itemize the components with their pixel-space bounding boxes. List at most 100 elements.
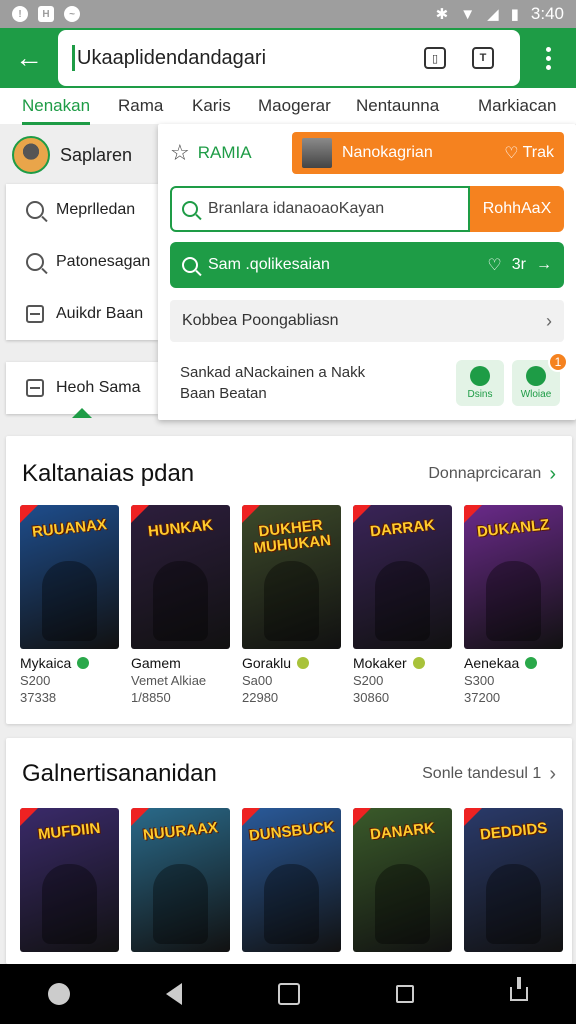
game-line1: Vemet Alkiae (131, 673, 207, 688)
side-menu-label: Patonesagan (56, 253, 151, 270)
game-line2: 37338 (20, 690, 57, 705)
game-card[interactable]: NUURAAX (131, 808, 230, 952)
dsins-button[interactable]: Dsins (456, 360, 504, 406)
corner-tag (242, 808, 260, 826)
game-card[interactable]: RUUANAX Mykaica S200 37338 (20, 505, 119, 705)
game-card[interactable]: DUKHER MUHUKAN Goraklu Sa00 22980 (242, 505, 341, 705)
poster-character (375, 561, 430, 641)
url-text: Ukaaplidendandagari (77, 46, 267, 69)
settings-row[interactable]: Kobbea Poongabliasn › (170, 300, 564, 342)
bookmark-icon[interactable]: ▯ (424, 47, 446, 69)
poster-character (264, 561, 319, 641)
side-menu-label: Auikdr Baan (56, 305, 144, 322)
side-menu-item-1[interactable]: Meprlledan (6, 184, 158, 236)
url-field[interactable]: Ukaaplidendandagari ▯ T (58, 30, 520, 86)
game-name-row: Gamem (131, 655, 230, 671)
section-see-more-link[interactable]: Donnaprcicaran › (428, 463, 556, 486)
game-poster: DUKANLZ (464, 505, 563, 649)
game-line1: S200 (20, 673, 51, 688)
profile-row[interactable]: Saplaren (12, 130, 158, 180)
search-icon (26, 201, 44, 219)
corner-tag (353, 808, 371, 826)
search-placeholder: Branlara idanaoaoKayan (208, 200, 385, 217)
game-card[interactable]: DUKANLZ Aenekaa S300 37200 (464, 505, 563, 705)
text-cursor (72, 45, 75, 71)
info-text-line-1: Sankad aNackainen a Nakk (180, 364, 366, 381)
chevron-right-icon: › (549, 462, 556, 485)
game-poster: DEDDIDS (464, 808, 563, 952)
recycle-icon (526, 366, 546, 386)
game-line2: 1/8850 (131, 690, 171, 705)
dsins-label: Dsins (467, 389, 493, 400)
tab-maogerar[interactable]: Maogerar (258, 96, 331, 116)
poster-character (42, 864, 97, 944)
game-poster: HUNKAK (131, 505, 230, 649)
assistant-icon[interactable] (48, 983, 70, 1005)
more-menu-icon[interactable] (520, 46, 576, 70)
section-title: Galnertisananidan (22, 760, 217, 787)
game-card[interactable]: DUNSBUCK (242, 808, 341, 952)
game-card[interactable]: HUNKAK Gamem Vemet Alkiae 1/8850 (131, 505, 230, 705)
game-card[interactable]: MUFDIIN (20, 808, 119, 952)
popup-panel: ☆ RAMIA Nanokagrian ♡ Trak Branlara idan… (158, 124, 576, 420)
corner-tag (20, 808, 38, 826)
brand[interactable]: ☆ RAMIA (170, 140, 292, 166)
poster-character (486, 561, 541, 641)
section-games-2: Galnertisananidan Sonle tandesul 1 › MUF… (6, 738, 572, 964)
notification-icon: ! (12, 6, 28, 22)
corner-tag (353, 505, 371, 523)
game-card[interactable]: DANARK (353, 808, 452, 952)
tab-nenakan[interactable]: Nenakan (22, 96, 91, 125)
account-button[interactable]: Nanokagrian ♡ Trak (292, 132, 564, 174)
game-name: Gamem (131, 655, 181, 671)
game-name-row: Goraklu (242, 655, 341, 671)
status-time: 3:40 (530, 4, 564, 23)
star-icon: ☆ (170, 140, 190, 165)
poster-character (42, 561, 97, 641)
poster-character (486, 864, 541, 944)
corner-tag (242, 505, 260, 523)
arrow-right-icon: → (536, 256, 552, 273)
tab-rama[interactable]: Rama (118, 96, 163, 116)
search-suggestion-button[interactable]: Sam .qolikesaian ♡ 3r → (170, 242, 564, 288)
search-icon (182, 257, 198, 273)
game-line1: S200 (353, 673, 384, 688)
corner-tag (464, 808, 482, 826)
back-arrow-icon[interactable]: ← (0, 28, 58, 88)
game-card[interactable]: DARRAK Mokaker S200 30860 (353, 505, 452, 705)
section-see-more-link[interactable]: Sonle tandesul 1 › (422, 763, 556, 786)
side-menu-item-heoh[interactable]: Heoh Sama (6, 362, 158, 414)
game-card[interactable]: DEDDIDS (464, 808, 563, 952)
h-icon: H (38, 6, 54, 22)
recents-icon[interactable] (396, 985, 414, 1003)
poster-title: MUFDIIN (37, 819, 102, 844)
share-icon[interactable] (510, 977, 528, 1001)
search-button[interactable]: RohhAaX (470, 186, 564, 232)
search-input[interactable]: Branlara idanaoaoKayan (170, 186, 470, 232)
tab-bar: Nenakan Rama Karis Maogerar Nentaunna Ma… (0, 88, 576, 125)
tab-nentaunna[interactable]: Nentaunna (356, 96, 439, 116)
see-more-label: Sonle tandesul 1 (422, 765, 542, 782)
game-name: Aenekaa (464, 655, 520, 671)
game-poster: DUNSBUCK (242, 808, 341, 952)
corner-tag (131, 505, 149, 523)
section-games-1: Kaltanaias pdan Donnaprcicaran › RUUANAX… (6, 436, 572, 724)
tab-markiacan[interactable]: Markiacan (478, 96, 556, 116)
square-icon (26, 305, 44, 323)
side-menu-item-2[interactable]: Patonesagan (6, 236, 158, 288)
info-text: Sankad aNackainen a Nakk Baan Beatan (180, 362, 365, 404)
poster-title: HUNKAK (147, 516, 214, 541)
home-icon[interactable] (278, 983, 300, 1005)
side-menu-item-3[interactable]: Auikdr Baan (6, 288, 158, 340)
notification-badge: 1 (548, 352, 568, 372)
poster-title: DEDDIDS (478, 819, 548, 844)
location-icon (470, 366, 490, 386)
game-name-row: Mykaica (20, 655, 119, 671)
tab-karis[interactable]: Karis (192, 96, 231, 116)
brand-name: RAMIA (197, 143, 252, 162)
tabs-icon[interactable]: T (472, 47, 494, 69)
game-name: Goraklu (242, 655, 292, 671)
search-icon (182, 201, 198, 217)
back-icon[interactable] (166, 983, 182, 1005)
poster-title: DUNSBUCK (247, 818, 336, 845)
